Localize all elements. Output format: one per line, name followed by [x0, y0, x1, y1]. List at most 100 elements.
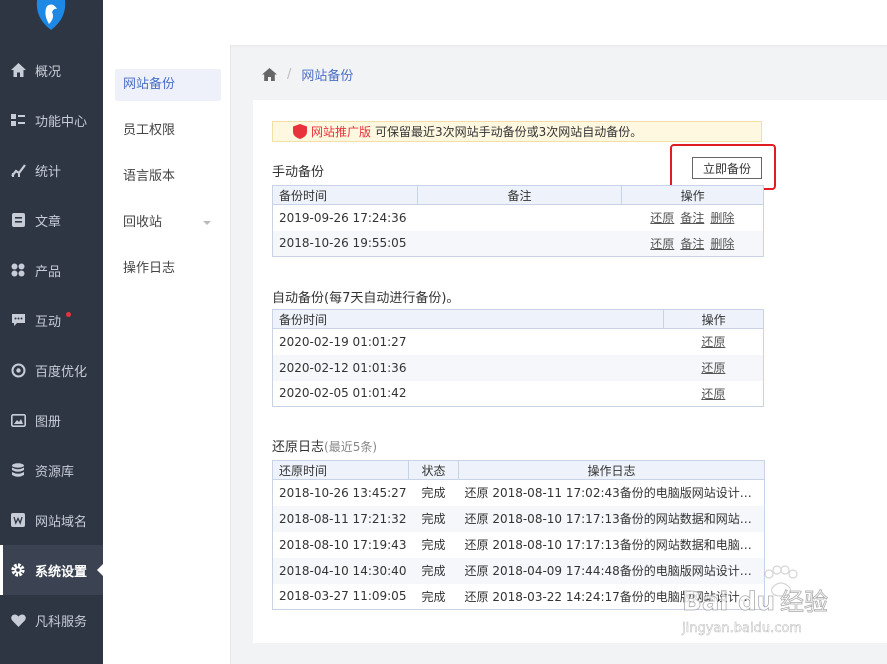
- restore-status: 完成: [421, 589, 446, 604]
- restore-time: 2018-04-10 14:30:40: [272, 557, 409, 584]
- nav-item-fanke-service[interactable]: 凡科服务: [0, 595, 103, 645]
- nav-item-interaction[interactable]: 互动: [0, 295, 103, 345]
- submenu-item-site-backup[interactable]: 网站备份: [115, 69, 221, 101]
- restore-link[interactable]: 还原: [701, 335, 725, 349]
- restore-link[interactable]: 还原: [701, 387, 725, 401]
- restore-status: 完成: [421, 538, 446, 552]
- column-header: 备份时间: [272, 185, 418, 205]
- nav-label: 资源库: [35, 464, 75, 480]
- restore-log-heading: 还原日志: [272, 440, 325, 455]
- row-actions: 还原 备注 删除: [622, 205, 764, 231]
- breadcrumb-separator: /: [287, 66, 292, 82]
- image-icon: [10, 412, 26, 428]
- domain-icon: [10, 512, 26, 528]
- product-icon: [10, 262, 26, 278]
- submenu-item-recycle-bin[interactable]: 回收站: [115, 207, 221, 239]
- nav-label: 凡科服务: [35, 614, 88, 630]
- manual-backup-title: 手动备份: [272, 165, 325, 180]
- column-header: 操作日志: [458, 460, 765, 480]
- backup-note: [417, 205, 621, 231]
- table-row: 2020-02-19 01:01:27 还原: [273, 329, 764, 355]
- promo-notice: 网站推广版 可保留最近3次网站手动备份或3次网站自动备份。: [272, 121, 762, 142]
- nav-label: 网站域名: [35, 514, 88, 530]
- nav-item-articles[interactable]: 文章: [0, 195, 103, 245]
- nav-item-overview[interactable]: 概况: [0, 45, 103, 95]
- restore-time: 2018-03-27 11:09:05: [279, 589, 407, 604]
- chart-icon: [10, 162, 26, 178]
- breadcrumb: / 网站备份: [262, 64, 353, 84]
- submenu-item-language-version[interactable]: 语言版本: [115, 161, 221, 193]
- gear-icon: [10, 562, 26, 578]
- column-header: 状态: [408, 460, 459, 480]
- backup-time: 2020-02-19 01:01:27: [279, 334, 407, 349]
- nav-item-statistics[interactable]: 统计: [0, 145, 103, 195]
- column-header: 操作: [621, 185, 764, 205]
- chat-icon: [10, 312, 26, 328]
- column-header: 还原时间: [272, 460, 409, 480]
- restore-log-entry: 还原 2018-08-11 17:02:43备份的电脑版网站设计数...: [464, 486, 759, 501]
- backup-time: 2018-10-26 19:55:05: [272, 230, 418, 257]
- nav-item-website-domain[interactable]: 网站域名: [0, 495, 103, 545]
- logo-icon[interactable]: [33, 0, 69, 32]
- nav-label: 图册: [35, 414, 62, 430]
- manual-backup-table: 备份时间 备注 操作 2019-09-26 17:24:36 还原 备注 删除 20…: [272, 185, 764, 257]
- note-link[interactable]: 备注: [680, 237, 704, 251]
- restore-log-title: 还原日志(最近5条): [272, 436, 377, 455]
- table-row: 2018-10-26 19:55:05 还原 备注 删除: [272, 230, 764, 257]
- table-row: 2018-10-26 13:45:27 完成 还原 2018-08-11 17:…: [273, 480, 765, 506]
- backup-note: [417, 230, 622, 257]
- seo-icon: [10, 362, 26, 378]
- submenu-item-staff-permissions[interactable]: 员工权限: [115, 115, 221, 147]
- auto-backup-title: 自动备份(每7天自动进行备份)。: [272, 291, 460, 306]
- table-row: 2020-02-12 01:01:36 还原: [272, 354, 764, 381]
- table-row: 2018-03-27 11:09:05 完成 还原 2018-03-22 14:…: [273, 584, 765, 610]
- promo-text: 可保留最近3次网站手动备份或3次网站自动备份。: [375, 125, 643, 139]
- nav-item-function-center[interactable]: 功能中心: [0, 95, 103, 145]
- nav-label: 百度优化: [35, 364, 88, 380]
- table-row: 2020-02-05 01:01:42 还原: [273, 381, 764, 407]
- auto-backup-table: 备份时间 操作 2020-02-19 01:01:27 还原 2020-02-1…: [272, 309, 764, 407]
- restore-status: 完成: [408, 557, 459, 584]
- note-link[interactable]: 备注: [680, 211, 704, 225]
- backup-time: 2020-02-05 01:01:42: [279, 386, 407, 401]
- restore-log-entry: 还原 2018-08-10 17:17:13备份的网站数据和电脑版...: [464, 538, 759, 552]
- nav-label: 功能中心: [35, 114, 88, 130]
- home-icon[interactable]: [262, 67, 277, 81]
- top-header: [103, 0, 887, 45]
- breadcrumb-current: 网站备份: [301, 68, 354, 84]
- settings-submenu: 网站备份 员工权限 语言版本 回收站 操作日志: [103, 45, 231, 664]
- nav-item-resource-library[interactable]: 资源库: [0, 445, 103, 495]
- backup-time: 2020-02-12 01:01:36: [272, 354, 664, 381]
- restore-link[interactable]: 还原: [650, 211, 674, 225]
- restore-log-subtitle: (最近5条): [324, 440, 378, 454]
- backup-now-button[interactable]: 立即备份: [692, 157, 762, 179]
- table-row: 2019-09-26 17:24:36 还原 备注 删除: [273, 205, 764, 231]
- restore-time: 2018-10-26 13:45:27: [279, 485, 407, 500]
- restore-log-entry: 还原 2018-08-10 17:17:13备份的网站数据和网站设...: [464, 512, 759, 526]
- shield-icon: [293, 124, 307, 139]
- restore-status: 完成: [408, 505, 459, 532]
- table-row: 2018-08-11 17:21:32 完成 还原 2018-08-10 17:…: [272, 505, 765, 532]
- nav-item-system-settings[interactable]: 系统设置: [0, 545, 103, 595]
- nav-label: 统计: [35, 164, 62, 180]
- nav-label: 系统设置: [35, 564, 88, 580]
- heart-icon: [10, 612, 26, 628]
- delete-link[interactable]: 删除: [710, 237, 734, 251]
- restore-link[interactable]: 还原: [650, 237, 674, 251]
- submenu-label: 回收站: [123, 215, 163, 230]
- table-row: 2018-08-10 17:19:43 完成 还原 2018-08-10 17:…: [273, 532, 765, 558]
- nav-item-album[interactable]: 图册: [0, 395, 103, 445]
- nav-item-baidu-seo[interactable]: 百度优化: [0, 345, 103, 395]
- article-icon: [10, 212, 26, 228]
- notification-dot: [66, 312, 71, 317]
- restore-link[interactable]: 还原: [701, 361, 725, 375]
- nav-item-products[interactable]: 产品: [0, 245, 103, 295]
- delete-link[interactable]: 删除: [710, 211, 734, 225]
- nav-label: 产品: [35, 264, 62, 280]
- restore-log-entry: 还原 2018-04-09 17:44:48备份的电脑版网站设计数据: [464, 564, 759, 578]
- home-icon: [10, 62, 26, 78]
- column-header: 备注: [416, 185, 622, 205]
- restore-time: 2018-08-11 17:21:32: [272, 505, 409, 532]
- submenu-item-operation-log[interactable]: 操作日志: [115, 253, 221, 285]
- restore-time: 2018-08-10 17:19:43: [279, 537, 407, 552]
